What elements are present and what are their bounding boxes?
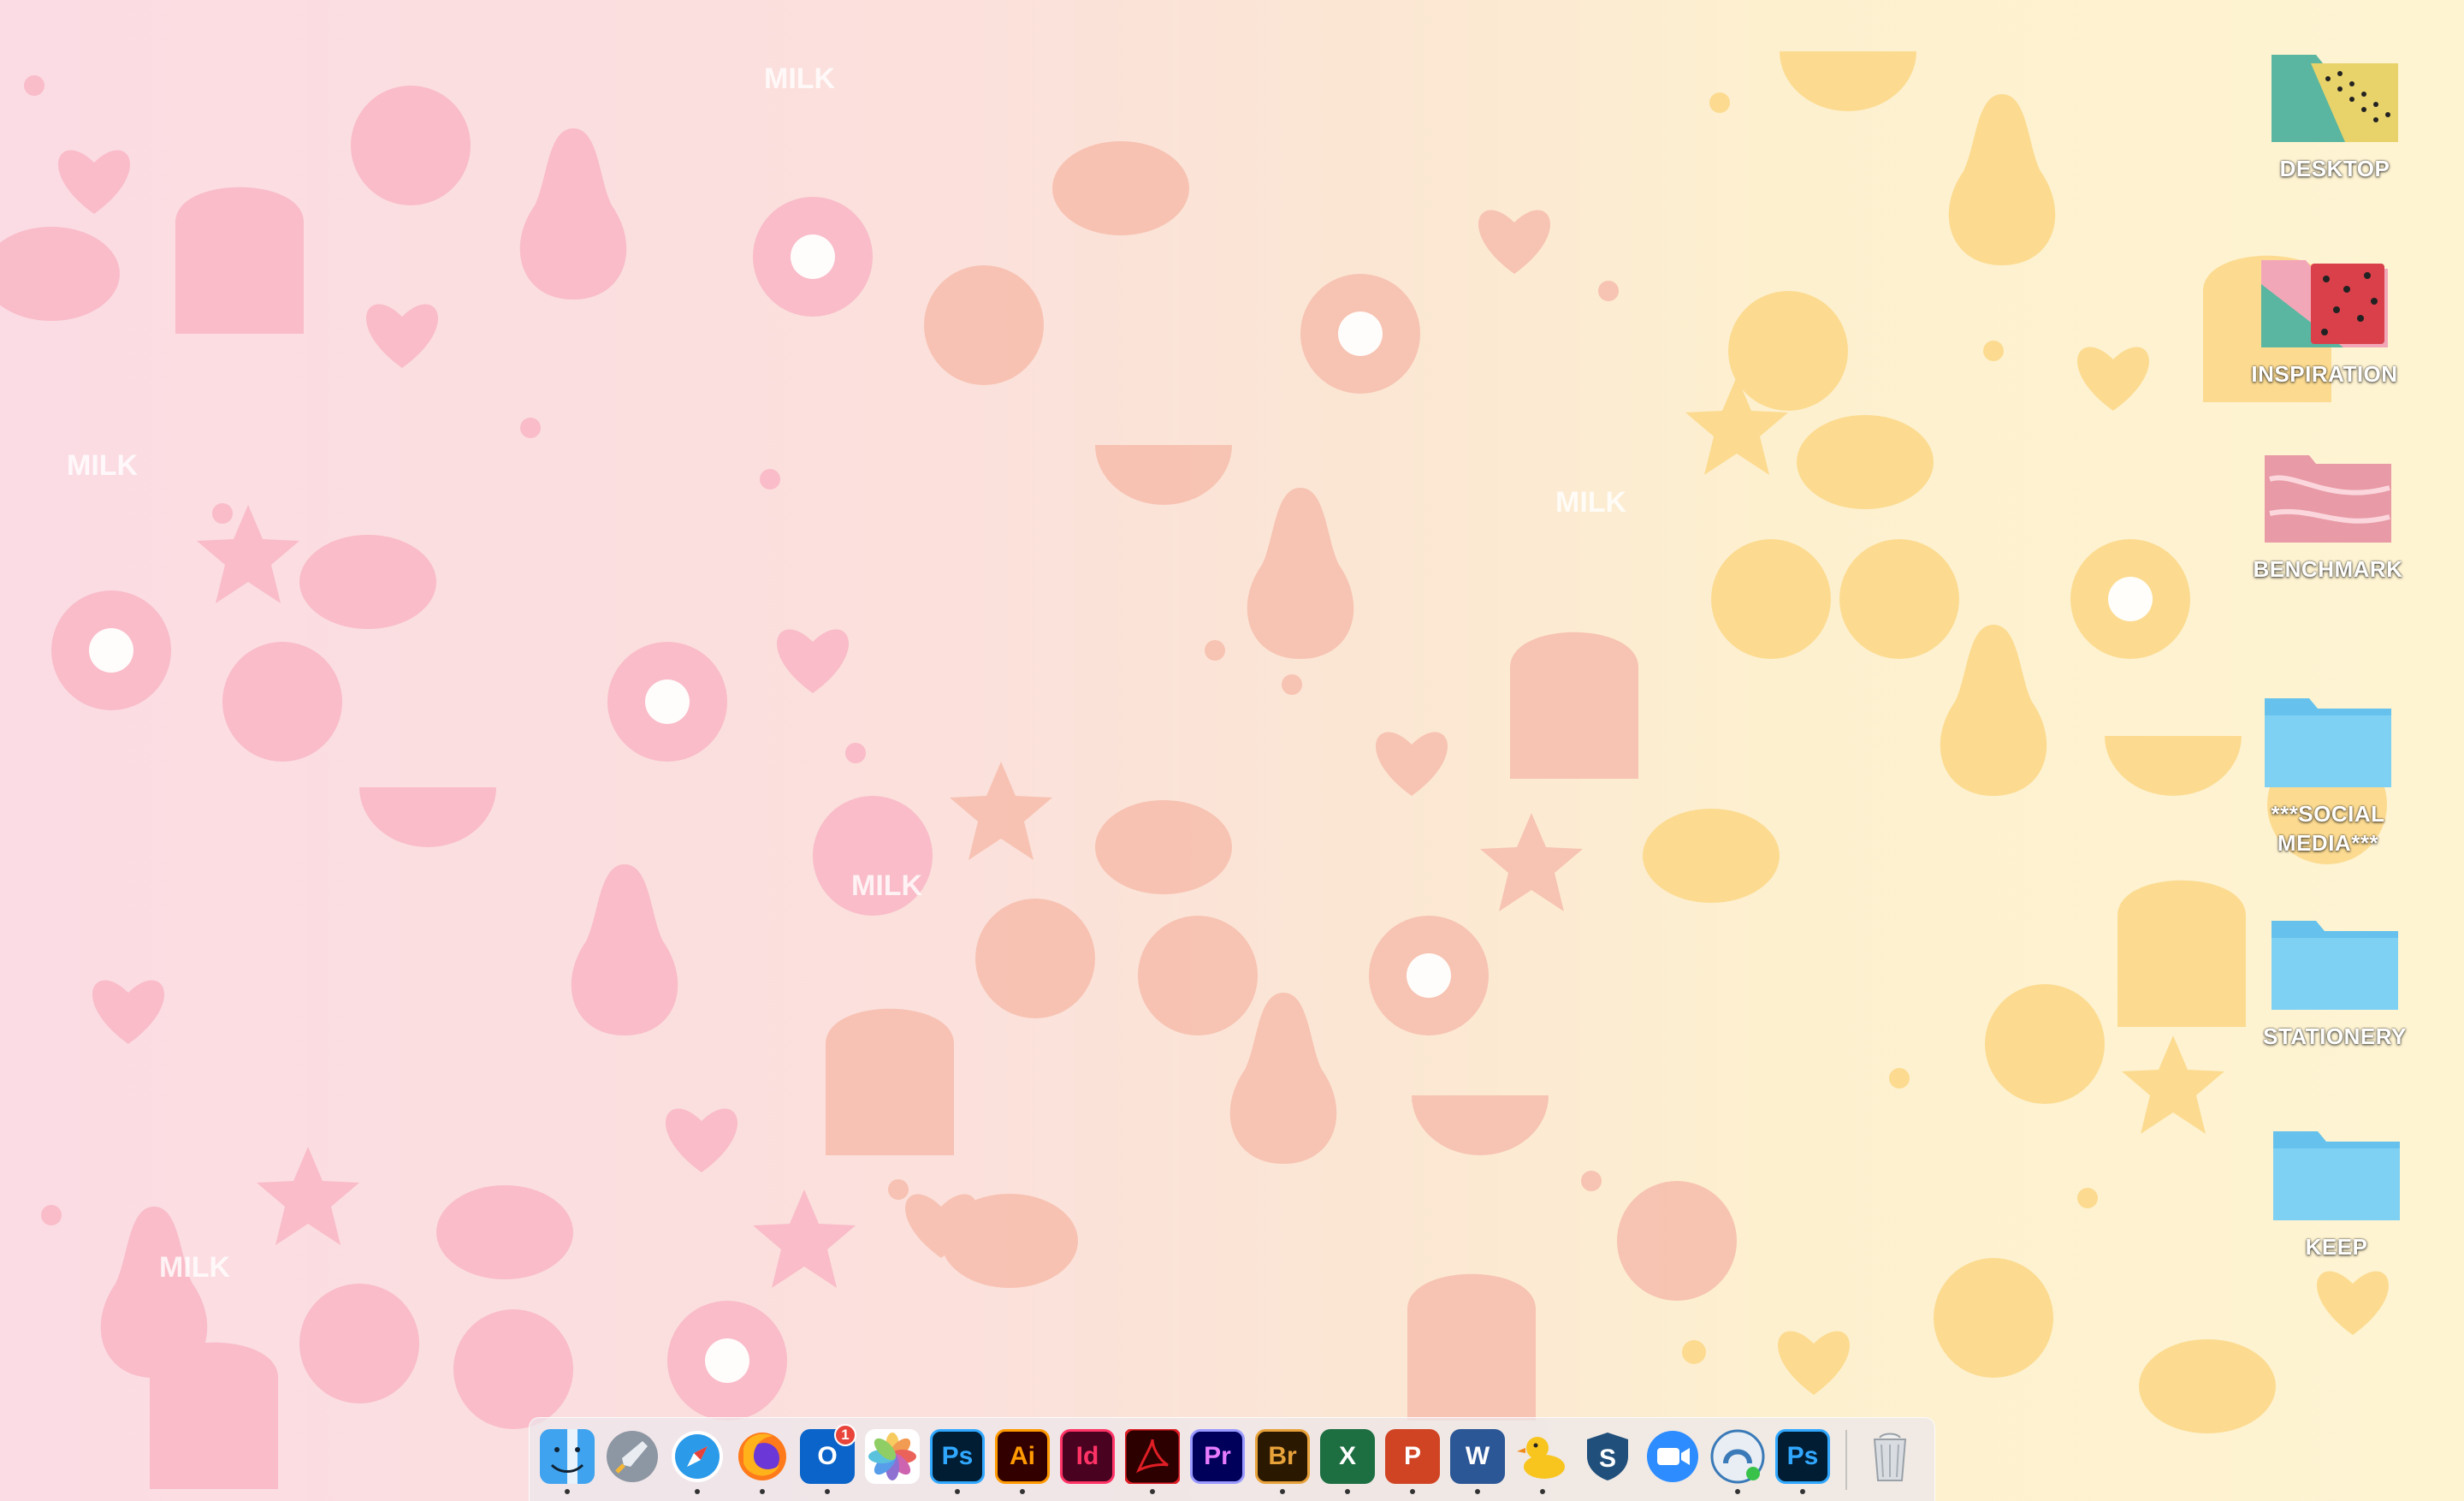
running-indicator: [695, 1488, 700, 1494]
wallpaper-milk-label: MILK: [1555, 486, 1627, 519]
running-indicator: [1020, 1488, 1025, 1494]
running-indicator: [760, 1488, 765, 1494]
wallpaper-milk-label: MILK: [851, 869, 923, 902]
dock-item-outlook[interactable]: O 1: [797, 1423, 858, 1494]
firefox-icon: [738, 1432, 786, 1480]
desktop-icon-label: DESKTOP: [2279, 156, 2390, 181]
desktop-icon-label: INSPIRATION: [2251, 361, 2398, 387]
acrobat-icon: [1125, 1428, 1180, 1484]
dock-item-excel[interactable]: X: [1317, 1426, 1378, 1494]
bridge-icon: Br: [1255, 1428, 1310, 1484]
dock-item-screen-share[interactable]: [1707, 1426, 1768, 1494]
finder-icon: [540, 1428, 595, 1484]
running-indicator: [565, 1488, 570, 1494]
shield-icon: S: [1587, 1432, 1628, 1480]
dock-item-acrobat[interactable]: [1122, 1426, 1183, 1494]
trash-icon: [1873, 1433, 1907, 1481]
indesign-icon: Id: [1060, 1428, 1115, 1484]
folder-icon: [2272, 921, 2398, 1010]
dock-item-shield[interactable]: S: [1577, 1426, 1638, 1494]
desktop-icon-inspiration[interactable]: INSPIRATION: [2243, 250, 2406, 389]
zoom-icon: [1647, 1430, 1698, 1482]
running-indicator: [1150, 1488, 1155, 1494]
wallpaper-milk-label: MILK: [764, 62, 836, 95]
desktop-icon-keep[interactable]: KEEP: [2255, 1123, 2418, 1261]
running-indicator: [1475, 1488, 1480, 1494]
dock-item-photoshop-2[interactable]: Ps: [1772, 1426, 1833, 1494]
word-icon: W: [1450, 1428, 1505, 1484]
dock-item-illustrator[interactable]: Ai: [992, 1426, 1053, 1494]
running-indicator: [955, 1488, 960, 1494]
dock-item-launchpad[interactable]: [601, 1426, 663, 1494]
wallpaper-milk-label: MILK: [67, 449, 139, 482]
dock-item-trash[interactable]: [1859, 1426, 1921, 1494]
powerpoint-icon: P: [1385, 1428, 1440, 1484]
dock-item-finder[interactable]: [536, 1426, 598, 1494]
dock-item-safari[interactable]: [666, 1426, 728, 1494]
running-indicator: [825, 1488, 830, 1494]
dock-item-premiere[interactable]: Pr: [1187, 1426, 1248, 1494]
duck-icon: [1517, 1436, 1565, 1479]
desktop-icon-stationery[interactable]: STATIONERY: [2254, 912, 2416, 1051]
dock-separator: [1845, 1429, 1847, 1490]
desktop-icon-label: ***SOCIAL MEDIA***: [2271, 801, 2385, 856]
photoshop-icon: Ps: [1775, 1428, 1830, 1484]
photoshop-icon: Ps: [930, 1428, 985, 1484]
running-indicator: [1410, 1488, 1415, 1494]
svg-text:S: S: [1599, 1445, 1616, 1473]
desktop-icon-desktop[interactable]: DESKTOP: [2254, 44, 2416, 183]
dock-item-powerpoint[interactable]: P: [1382, 1426, 1443, 1494]
desktop-icon-label: STATIONERY: [2263, 1023, 2407, 1049]
desktop-wallpaper: MILK MILK MILK MILK MILK: [0, 0, 2464, 1501]
dock-item-firefox[interactable]: [732, 1426, 793, 1494]
running-indicator: [1735, 1488, 1740, 1494]
desktop-icon-social-media[interactable]: ***SOCIAL MEDIA***: [2247, 690, 2409, 857]
dock-item-bridge[interactable]: Br: [1252, 1426, 1313, 1494]
wallpaper-milk-label: MILK: [159, 1251, 231, 1284]
dock: O 1 Ps Ai Id Pr Br X P W S Ps: [529, 1417, 1935, 1501]
photos-icon: [865, 1428, 920, 1484]
excel-icon: X: [1320, 1428, 1375, 1484]
dock-item-zoom[interactable]: [1642, 1426, 1703, 1494]
desktop-icon-label: KEEP: [2305, 1234, 2368, 1260]
dock-item-word[interactable]: W: [1447, 1426, 1508, 1494]
dock-item-cyberduck[interactable]: [1512, 1426, 1573, 1494]
running-indicator: [1280, 1488, 1285, 1494]
folder-thumbnail-icon: [2272, 55, 2398, 142]
folder-icon: [2273, 1131, 2400, 1220]
desktop-icon-benchmark[interactable]: BENCHMARK: [2247, 445, 2409, 584]
desktop-icon-label: BENCHMARK: [2253, 556, 2403, 582]
running-indicator: [1800, 1488, 1805, 1494]
running-indicator: [1345, 1488, 1350, 1494]
notification-badge: 1: [834, 1423, 856, 1446]
screenshare-icon: [1710, 1429, 1765, 1483]
illustrator-icon: Ai: [995, 1428, 1050, 1484]
wallpaper-pattern: MILK MILK MILK MILK MILK: [0, 51, 2389, 1489]
dock-item-photos[interactable]: [862, 1426, 923, 1494]
compass-icon: [672, 1430, 723, 1482]
dock-item-photoshop[interactable]: Ps: [927, 1426, 988, 1494]
folder-thumbnail-icon: [2261, 260, 2388, 347]
folder-thumbnail-icon: [2265, 455, 2391, 543]
dock-item-indesign[interactable]: Id: [1057, 1426, 1118, 1494]
running-indicator: [1540, 1488, 1545, 1494]
folder-icon: [2265, 698, 2391, 787]
premiere-icon: Pr: [1190, 1428, 1245, 1484]
rocket-icon: [607, 1430, 658, 1482]
